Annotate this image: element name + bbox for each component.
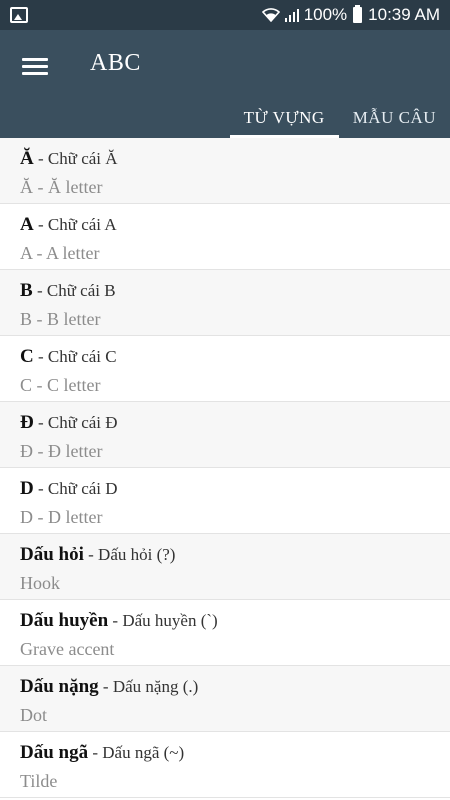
wifi-icon bbox=[261, 8, 280, 22]
list-item[interactable]: A - Chữ cái A A - A letter bbox=[0, 204, 450, 270]
item-translation: D - D letter bbox=[20, 507, 103, 527]
battery-percent: 100% bbox=[303, 5, 348, 24]
image-notification-icon bbox=[10, 7, 28, 23]
item-meaning: - Dấu ngã (~) bbox=[88, 743, 185, 762]
app-bar: ABC TỪ VỰNG MẪU CÂU bbox=[0, 30, 450, 138]
item-term: Dấu nặng bbox=[20, 676, 99, 697]
item-translation: Đ - Đ letter bbox=[20, 441, 103, 461]
item-meaning: - Chữ cái A bbox=[33, 215, 117, 234]
signal-icon bbox=[284, 9, 299, 22]
list-item[interactable]: Dấu ngã - Dấu ngã (~) Tilde bbox=[0, 732, 450, 798]
battery-icon bbox=[353, 5, 363, 23]
item-meaning: - Chữ cái B bbox=[32, 281, 116, 300]
tab-bar: TỪ VỰNG MẪU CÂU bbox=[229, 98, 450, 138]
list-item[interactable]: Dấu huyền - Dấu huyền (`) Grave accent bbox=[0, 600, 450, 666]
list-item[interactable]: Ă - Chữ cái Ă Ă - Ă letter bbox=[0, 138, 450, 204]
clock: 10:39 AM bbox=[368, 5, 440, 24]
item-term: A bbox=[20, 214, 34, 235]
page-title: ABC bbox=[90, 50, 141, 76]
item-term: Đ bbox=[20, 412, 34, 433]
item-term: B bbox=[20, 280, 33, 301]
tab-tu-vung[interactable]: TỪ VỰNG bbox=[229, 98, 339, 138]
item-meaning: - Dấu huyền (`) bbox=[108, 611, 218, 630]
item-meaning: - Chữ cái Ă bbox=[33, 149, 118, 168]
item-translation: Hook bbox=[20, 573, 60, 593]
hamburger-menu-icon[interactable] bbox=[20, 54, 50, 78]
list-item[interactable]: D - Chữ cái D D - D letter bbox=[0, 468, 450, 534]
item-translation: B - B letter bbox=[20, 309, 101, 329]
item-term: D bbox=[20, 478, 34, 499]
item-translation: Tilde bbox=[20, 771, 58, 791]
list-item[interactable]: B - Chữ cái B B - B letter bbox=[0, 270, 450, 336]
item-meaning: - Chữ cái C bbox=[33, 347, 117, 366]
status-bar: 100% 10:39 AM bbox=[0, 0, 450, 30]
list-item[interactable]: Đ - Chữ cái Đ Đ - Đ letter bbox=[0, 402, 450, 468]
item-meaning: - Chữ cái D bbox=[33, 479, 118, 498]
list-item[interactable]: C - Chữ cái C C - C letter bbox=[0, 336, 450, 402]
item-translation: A - A letter bbox=[20, 243, 100, 263]
item-term: Dấu huyền bbox=[20, 610, 109, 631]
item-translation: Dot bbox=[20, 705, 47, 725]
list-item[interactable]: Dấu hỏi - Dấu hỏi (?) Hook bbox=[0, 534, 450, 600]
item-translation: Ă - Ă letter bbox=[20, 177, 103, 197]
tab-mau-cau[interactable]: MẪU CÂU bbox=[339, 98, 450, 138]
item-term: C bbox=[20, 346, 34, 367]
list-item[interactable]: Dấu nặng - Dấu nặng (.) Dot bbox=[0, 666, 450, 732]
item-meaning: - Dấu nặng (.) bbox=[98, 677, 199, 696]
item-translation: Grave accent bbox=[20, 639, 115, 659]
item-meaning: - Dấu hỏi (?) bbox=[83, 545, 176, 564]
item-meaning: - Chữ cái Đ bbox=[33, 413, 118, 432]
vocabulary-list: Ă - Chữ cái Ă Ă - Ă letter A - Chữ cái A… bbox=[0, 138, 450, 798]
item-term: Dấu ngã bbox=[20, 742, 89, 763]
item-term: Ă bbox=[20, 148, 34, 169]
item-term: Dấu hỏi bbox=[20, 544, 84, 565]
item-translation: C - C letter bbox=[20, 375, 101, 395]
